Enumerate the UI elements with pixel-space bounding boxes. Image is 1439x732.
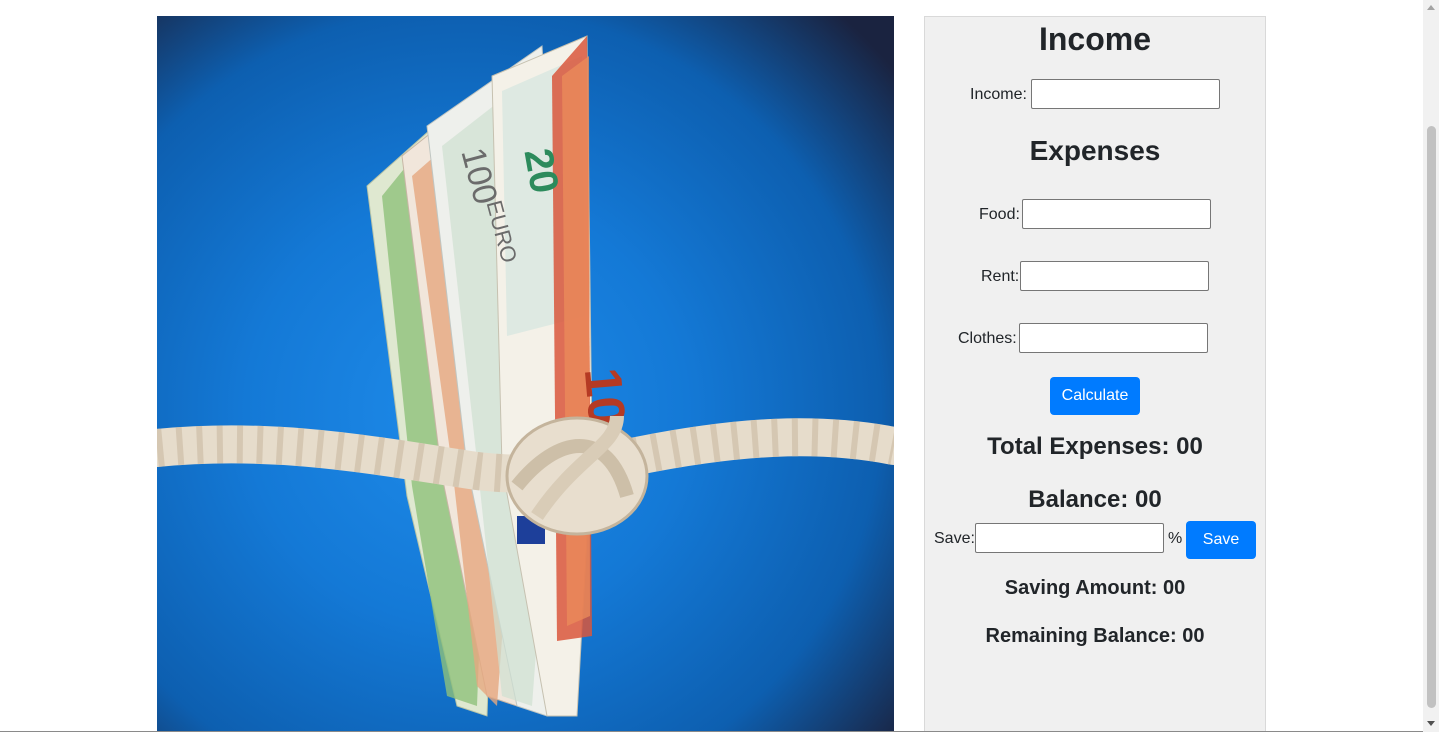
percent-sign: % [1168,530,1183,547]
budget-calculator-panel: Income Income: Expenses Food: Rent: Clot… [924,16,1266,732]
banknote-label-20: 20 [516,145,567,196]
remaining-balance-text: Remaining Balance: 00 [985,625,1205,647]
income-label: Income: [970,86,1027,103]
expenses-heading: Expenses [1029,135,1161,166]
hero-image-money-rope: 20 100 EURO 10 [157,16,894,732]
scroll-down-arrow-icon[interactable] [1427,721,1435,726]
food-label: Food: [979,206,1020,223]
rent-input[interactable] [1020,261,1209,291]
food-input[interactable] [1022,199,1211,229]
saving-amount-text: Saving Amount: 00 [1004,577,1186,599]
clothes-label: Clothes: [958,330,1017,347]
total-expenses-text: Total Expenses: 00 [987,433,1203,460]
save-button[interactable]: Save [1186,521,1256,559]
banknotes: 20 100 EURO 10 [366,35,636,717]
clothes-input[interactable] [1019,323,1208,353]
rent-label: Rent: [981,268,1020,285]
calculate-button[interactable]: Calculate [1050,377,1140,415]
balance-text: Balance: 00 [1028,486,1162,513]
scroll-up-arrow-icon[interactable] [1427,5,1435,10]
banknotes-on-rope-illustration: 20 100 EURO 10 [157,35,894,717]
vertical-scrollbar[interactable] [1423,0,1439,732]
income-input[interactable] [1031,79,1220,109]
income-heading: Income [1038,21,1152,57]
scrollbar-thumb[interactable] [1427,126,1436,708]
save-label: Save: [934,530,975,547]
save-percent-input[interactable] [975,523,1164,553]
